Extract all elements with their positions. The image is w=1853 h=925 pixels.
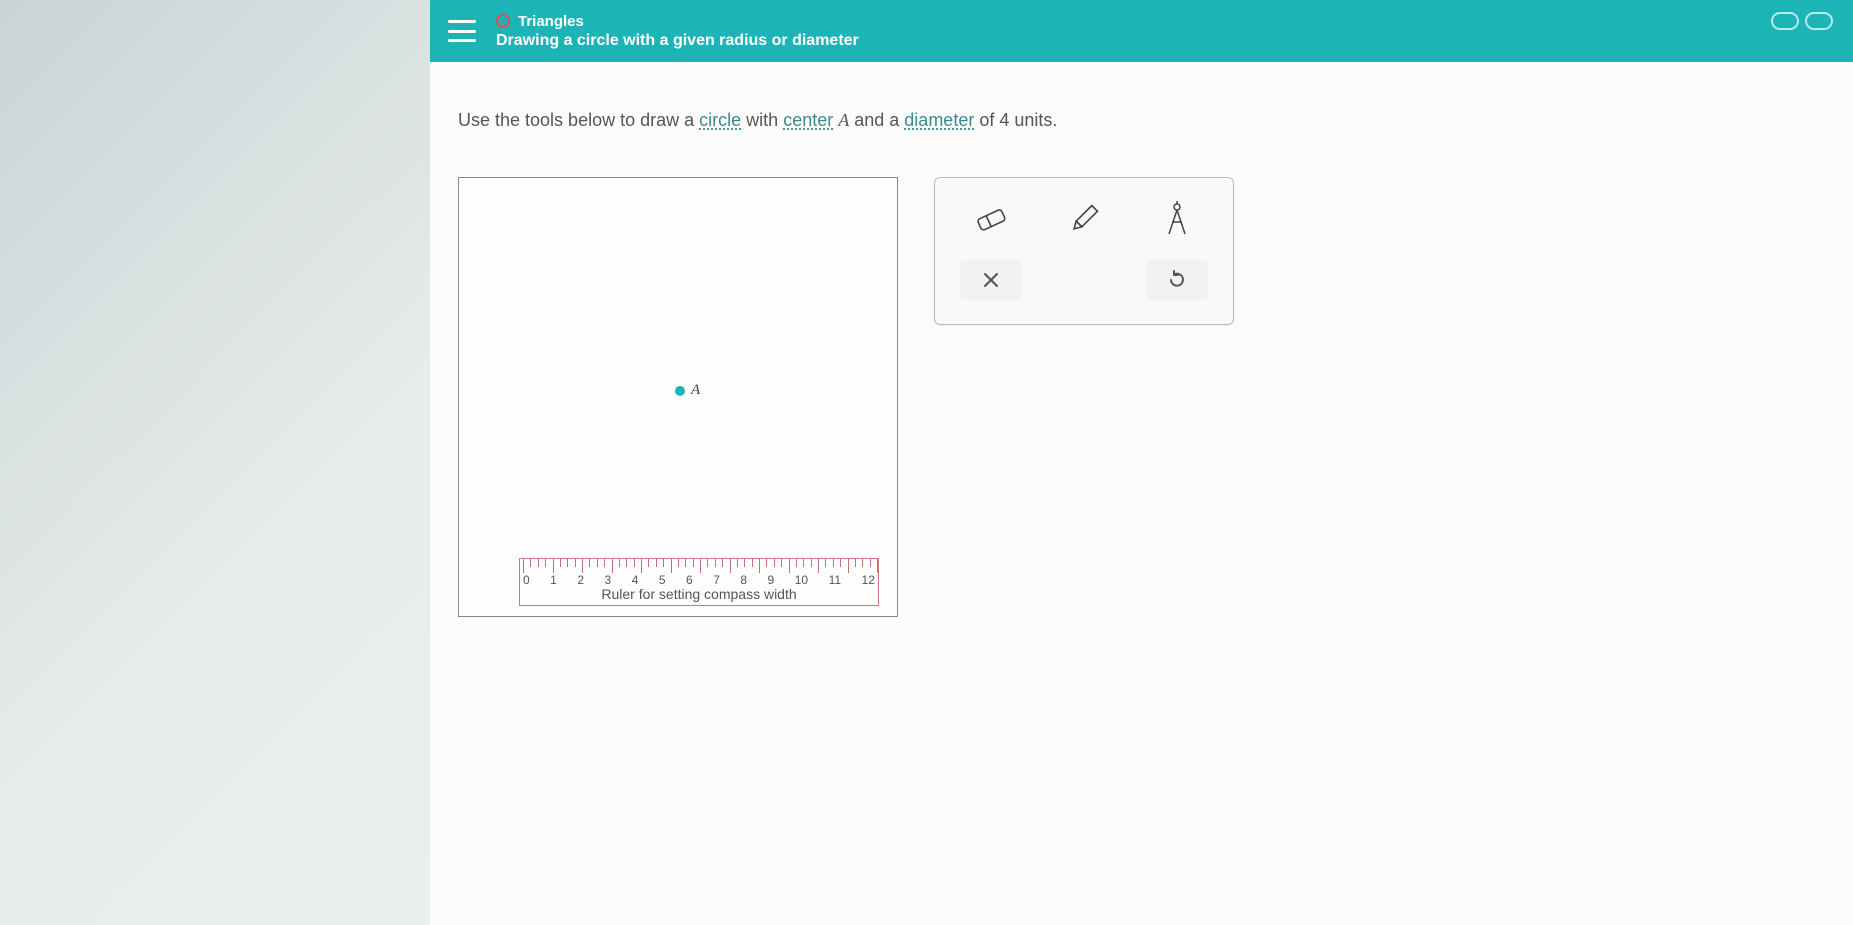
ruler-number: 11 xyxy=(829,573,841,587)
ruler-number: 6 xyxy=(686,573,693,587)
compass-ruler[interactable]: 0123456789101112 Ruler for setting compa… xyxy=(519,558,879,606)
header-text-block: Triangles Drawing a circle with a given … xyxy=(496,13,859,50)
instruction-part: of xyxy=(979,110,999,130)
undo-icon xyxy=(1166,269,1188,291)
diameter-value: 4 xyxy=(999,110,1009,130)
term-diameter[interactable]: diameter xyxy=(904,110,974,130)
pencil-icon xyxy=(1067,202,1101,236)
ruler-number: 5 xyxy=(659,573,666,587)
instruction-part: units. xyxy=(1014,110,1057,130)
compass-icon xyxy=(1162,201,1192,237)
point-dot-icon xyxy=(675,386,685,396)
lesson-header: Triangles Drawing a circle with a given … xyxy=(430,0,1853,62)
instruction-part: and a xyxy=(854,110,904,130)
ruler-number: 9 xyxy=(768,573,775,587)
ruler-number: 2 xyxy=(577,573,584,587)
header-right-controls xyxy=(1771,12,1833,30)
close-icon xyxy=(982,271,1000,289)
window-control-icon[interactable] xyxy=(1805,12,1833,30)
lesson-title: Drawing a circle with a given radius or … xyxy=(496,32,859,50)
ruler-number: 10 xyxy=(795,573,808,587)
term-circle[interactable]: circle xyxy=(699,110,741,130)
ruler-number: 3 xyxy=(605,573,612,587)
category-indicator-icon xyxy=(496,14,510,28)
tool-row-1 xyxy=(945,192,1223,246)
menu-icon[interactable] xyxy=(448,20,476,42)
ruler-number: 4 xyxy=(632,573,639,587)
compass-tool-button[interactable] xyxy=(1139,192,1215,246)
ruler-ticks xyxy=(520,559,878,575)
ruler-number: 0 xyxy=(523,573,530,587)
drawing-canvas[interactable]: A 0123456789101112 Ruler for setting com… xyxy=(458,177,898,617)
eraser-tool-button[interactable] xyxy=(953,192,1029,246)
instruction-part: Use the tools below to draw a xyxy=(458,110,699,130)
pencil-tool-button[interactable] xyxy=(1046,192,1122,246)
work-row: A 0123456789101112 Ruler for setting com… xyxy=(458,177,1825,617)
undo-button[interactable] xyxy=(1146,260,1208,300)
ruler-number: 1 xyxy=(550,573,557,587)
toolbox xyxy=(934,177,1234,325)
ruler-number: 8 xyxy=(740,573,747,587)
tool-row-2 xyxy=(945,260,1223,300)
category-label: Triangles xyxy=(518,13,584,30)
instruction-part: with xyxy=(746,110,783,130)
window-control-icon[interactable] xyxy=(1771,12,1799,30)
ruler-caption: Ruler for setting compass width xyxy=(520,586,878,602)
instruction-text: Use the tools below to draw a circle wit… xyxy=(458,110,1825,131)
term-center[interactable]: center xyxy=(783,110,833,130)
point-a[interactable]: A xyxy=(675,382,700,399)
eraser-icon xyxy=(972,205,1010,233)
point-name: A xyxy=(838,110,849,130)
clear-button[interactable] xyxy=(960,260,1022,300)
point-a-label: A xyxy=(691,382,700,399)
ruler-number: 7 xyxy=(713,573,720,587)
content-area: Use the tools below to draw a circle wit… xyxy=(430,62,1853,925)
category-row: Triangles xyxy=(496,13,859,30)
ruler-number: 12 xyxy=(862,573,875,587)
ruler-numbers: 0123456789101112 xyxy=(520,573,878,587)
